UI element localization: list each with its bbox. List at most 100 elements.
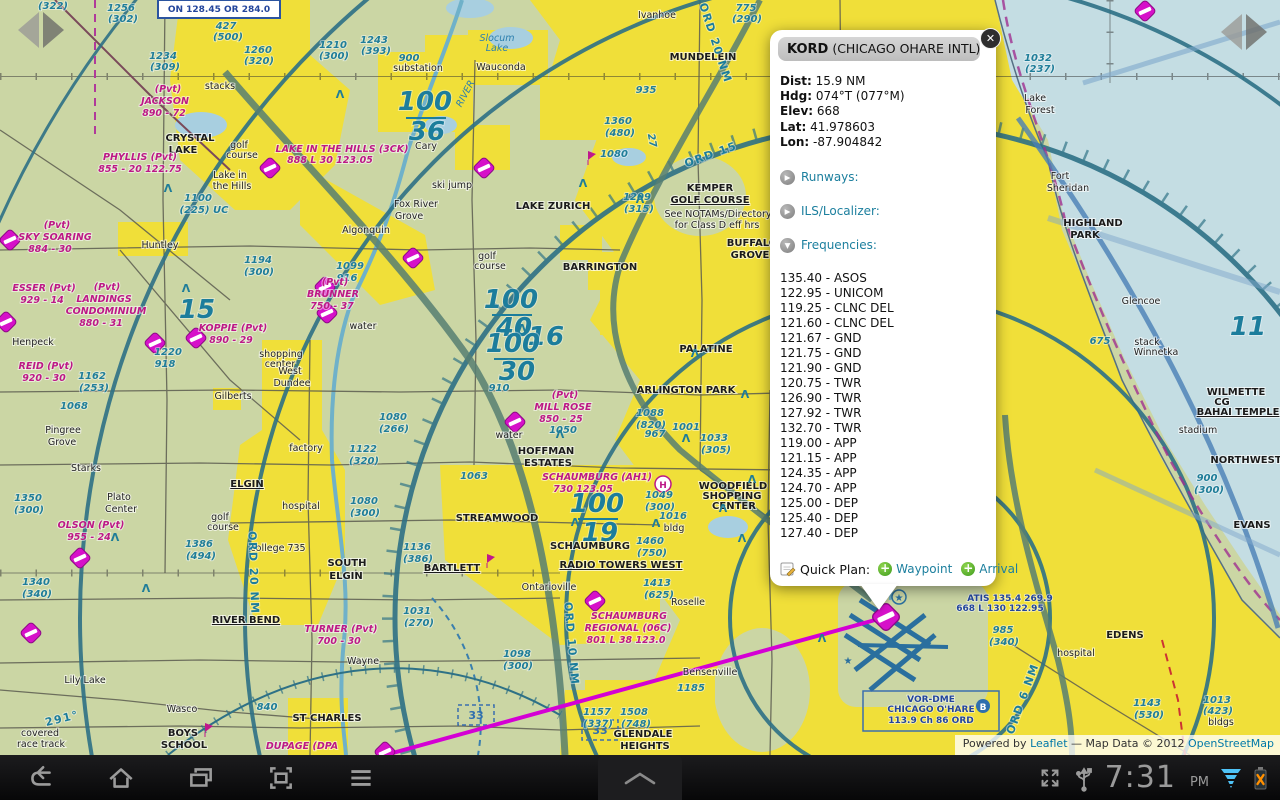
obstacle-icon: Λ (738, 532, 747, 545)
expand-bar-button[interactable] (598, 755, 682, 800)
info-row: Elev: 668 (770, 104, 996, 119)
map-label: PARK (1070, 230, 1101, 241)
map-label: 15 (179, 295, 215, 325)
attribution-text: — Map Data © 2012 (1068, 737, 1188, 750)
map-label: 910 (489, 383, 510, 394)
airport-name: (CHICAGO OHARE INTL) (832, 41, 980, 56)
fullscreen-button[interactable] (1037, 765, 1063, 791)
expand-icon[interactable]: ▶ (780, 170, 795, 185)
map-label: substation (393, 63, 443, 74)
map-label: BRUNNER (307, 289, 359, 300)
action-label: Waypoint (896, 562, 952, 576)
recent-apps-button[interactable] (186, 763, 216, 793)
sectional-chart-map[interactable]: (322)ON 128.45 OR 284.01256(302)427(500)… (0, 0, 1280, 755)
expand-icon[interactable]: ▶ (780, 204, 795, 219)
section-runways[interactable]: ▶Runways: (770, 160, 996, 194)
map-label: (Pvt) (44, 220, 70, 231)
map-label: (322) (38, 1, 68, 12)
map-label: 1098 (503, 649, 531, 660)
airport-code: KORD (787, 42, 828, 57)
map-label: 1340 (22, 577, 50, 588)
map-label: factory (289, 443, 323, 454)
map-label: 985 (993, 625, 1014, 636)
map-attribution: Powered by Leaflet — Map Data © 2012 Ope… (955, 735, 1280, 755)
close-button[interactable]: ✕ (980, 28, 1001, 49)
frequency-item: 121.75 - GND (770, 346, 996, 361)
map-label: 100 (570, 489, 624, 519)
map-label: EDENS (1106, 630, 1144, 641)
map-label: 890 - 29 (209, 335, 253, 346)
obstacle-icon: Λ (691, 347, 700, 360)
map-label: CONDOMINIUM (66, 306, 147, 317)
map-label: hospital (282, 501, 320, 512)
openstreetmap-link[interactable]: OpenStreetMap (1188, 737, 1274, 750)
quick-plan-arrival-button[interactable]: +Arrival (961, 562, 1018, 576)
map-label: Wasco (167, 704, 198, 715)
frequency-item: 121.15 - APP (770, 451, 996, 466)
map-label: GOLF COURSE (670, 195, 749, 206)
back-button[interactable] (26, 763, 56, 793)
map-label: for Class D eff hrs (675, 220, 760, 231)
map-label: water (495, 430, 522, 441)
frequency-item: 132.70 - TWR (770, 421, 996, 436)
map-label: ★ (844, 656, 853, 667)
map-label: 1350 (14, 493, 42, 504)
map-label: SCHOOL (161, 740, 208, 751)
map-label: 1099 (336, 261, 364, 272)
map-label: 1016 (659, 511, 687, 522)
map-label: 1210 (319, 40, 347, 51)
map-label: 1032 (1024, 53, 1052, 64)
map-label: ELGIN (230, 479, 264, 490)
map-label: BARRINGTON (563, 262, 638, 273)
map-label: 967 (645, 429, 666, 440)
frequency-item: 120.75 - TWR (770, 376, 996, 391)
map-label: VOR-DME (907, 695, 955, 705)
map-label: 1243 (360, 35, 388, 46)
section-frequencies[interactable]: ▼Frequencies: (770, 228, 996, 262)
map-label: the Hills (213, 181, 252, 192)
section-label: ILS/Localizer: (801, 204, 880, 218)
map-label: 1162 (78, 371, 106, 382)
map-label: BOYS (168, 728, 198, 739)
chevron-right-icon (1246, 14, 1267, 50)
chevron-right-icon (43, 12, 64, 48)
map-label: H (659, 481, 667, 491)
obstacle-icon: Λ (556, 428, 565, 441)
map-label: 1194 (244, 255, 272, 266)
menu-button[interactable] (346, 763, 376, 793)
right-drawer-handle[interactable] (1221, 14, 1267, 50)
map-label: 100 (484, 285, 538, 315)
frequency-item: 119.00 - APP (770, 436, 996, 451)
map-label: (225) UC (180, 205, 230, 216)
map-label: covered (21, 728, 59, 739)
chevron-left-icon (18, 12, 39, 48)
map-label: Starks (71, 463, 101, 474)
map-label: 890 - 72 (142, 108, 186, 119)
section-ilslocalizer[interactable]: ▶ ILS/Localizer: (770, 194, 996, 228)
map-label: 1185 (677, 683, 705, 694)
clock[interactable]: 7:31 (1105, 755, 1176, 800)
map-label: Grove (48, 437, 76, 448)
map-label: (Pvt) (552, 390, 578, 401)
map-label: ARLINGTON PARK (637, 385, 737, 396)
frequency-item: 121.90 - GND (770, 361, 996, 376)
left-drawer-handle[interactable] (18, 12, 64, 48)
map-label: hospital (1057, 648, 1095, 659)
nav-buttons (26, 763, 376, 793)
obstacle-icon: Λ (182, 282, 191, 295)
obstacle-icon: Λ (164, 182, 173, 195)
map-label: (530) (1134, 710, 1164, 721)
leaflet-link[interactable]: Leaflet (1030, 737, 1067, 750)
quick-plan-actions: +Waypoint +Arrival (878, 562, 1027, 576)
map-label: 888 L 30 123.05 (287, 155, 373, 166)
collapse-icon[interactable]: ▼ (780, 238, 795, 253)
quick-plan-waypoint-button[interactable]: +Waypoint (878, 562, 952, 576)
home-button[interactable] (106, 763, 136, 793)
frequency-item: 135.40 - ASOS (770, 271, 996, 286)
map-label: 113.9 Ch 86 ORD (888, 716, 973, 726)
screenshot-button[interactable] (266, 763, 296, 793)
map-label: Lake (486, 43, 509, 54)
map-label: 855 - 20 122.75 (98, 164, 182, 175)
map-label: ESTATES (524, 458, 572, 469)
map-label: 1122 (349, 444, 377, 455)
